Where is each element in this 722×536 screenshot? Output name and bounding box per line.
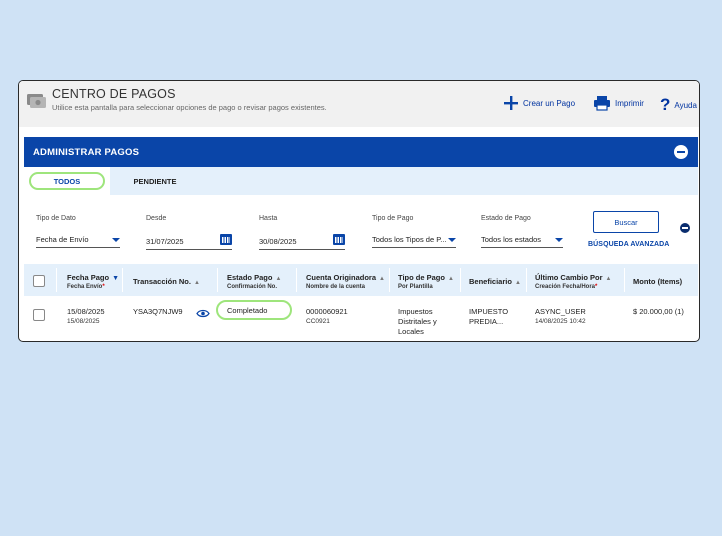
tab-todos[interactable]: TODOS	[24, 167, 110, 195]
col-ultimo-cambio[interactable]: Último Cambio Por ▲ Creación Fecha/Hora*	[535, 273, 611, 290]
col-fecha-pago[interactable]: Fecha Pago ▼ Fecha Envío*	[67, 273, 119, 290]
calendar-icon[interactable]	[220, 234, 232, 245]
tipo-dato-select[interactable]: Fecha de Envío	[36, 235, 120, 248]
select-all-checkbox[interactable]	[33, 275, 45, 287]
tipo-dato-label: Tipo de Dato	[36, 215, 76, 222]
tab-pendiente[interactable]: PENDIENTE	[110, 167, 200, 195]
hasta-label: Hasta	[259, 215, 278, 222]
chevron-down-icon	[112, 238, 120, 242]
advanced-search-link[interactable]: BÚSQUEDA AVANZADA	[588, 241, 669, 248]
col-cuenta[interactable]: Cuenta Originadora ▲ Nombre de la cuenta	[306, 273, 385, 290]
desde-label: Desde	[146, 215, 167, 222]
col-estado-pago[interactable]: Estado Pago ▲ Confirmación No.	[227, 273, 281, 290]
col-tipo-pago[interactable]: Tipo de Pago ▲ Por Plantilla	[398, 273, 454, 290]
create-payment-label: Crear un Pago	[523, 98, 576, 108]
hasta-input[interactable]: 30/08/2025	[259, 234, 345, 250]
estado-pago-select[interactable]: Todos los estados	[481, 235, 563, 248]
payments-window: CENTRO DE PAGOS Utilice esta pantalla pa…	[18, 80, 700, 342]
page-title: CENTRO DE PAGOS	[52, 87, 176, 101]
chevron-down-icon	[555, 238, 563, 242]
estado-pago-value: Todos los estados	[481, 235, 542, 244]
cell-tipo-pago: Impuestos Distritales y Locales	[398, 307, 437, 336]
cell-ultimo-cambio: ASYNC_USER 14/08/2025 10:42	[535, 307, 586, 325]
eye-icon[interactable]	[196, 309, 210, 318]
collapse-section-icon[interactable]	[674, 145, 688, 159]
tab-pendiente-label: PENDIENTE	[133, 176, 177, 186]
help-button[interactable]: ? Ayuda	[660, 95, 697, 115]
search-button[interactable]: Buscar	[593, 211, 659, 233]
status-badge: Completado	[216, 300, 292, 320]
tipo-pago-select[interactable]: Todos los Tipos de P...	[372, 235, 456, 248]
print-button[interactable]: Imprimir	[593, 95, 644, 111]
question-icon: ?	[660, 95, 671, 114]
desde-value: 31/07/2025	[146, 237, 184, 246]
collapse-filters-icon[interactable]	[680, 223, 690, 233]
hasta-value: 30/08/2025	[259, 237, 297, 246]
cell-fecha: 15/08/2025 15/08/2025	[67, 307, 105, 325]
plus-icon	[504, 96, 518, 110]
help-label: Ayuda	[674, 100, 697, 110]
section-header: ADMINISTRAR PAGOS	[24, 137, 698, 167]
estado-pago-label: Estado de Pago	[481, 215, 531, 222]
chevron-down-icon	[448, 238, 456, 242]
row-checkbox[interactable]	[33, 309, 45, 321]
cell-cuenta: 0000060921 CC0921	[306, 307, 348, 325]
desde-input[interactable]: 31/07/2025	[146, 234, 232, 250]
payment-center-icon	[27, 94, 46, 108]
top-bar: CENTRO DE PAGOS Utilice esta pantalla pa…	[19, 81, 699, 127]
tipo-pago-value: Todos los Tipos de P...	[372, 235, 447, 244]
section-title: ADMINISTRAR PAGOS	[33, 147, 140, 158]
cell-monto: $ 20.000,00 (1)	[633, 307, 684, 316]
tipo-pago-label: Tipo de Pago	[372, 215, 414, 222]
tab-bar: TODOS PENDIENTE	[24, 167, 698, 195]
calendar-icon[interactable]	[333, 234, 345, 245]
printer-icon	[594, 96, 610, 111]
tipo-dato-value: Fecha de Envío	[36, 235, 89, 244]
page-subtitle: Utilice esta pantalla para seleccionar o…	[52, 103, 327, 112]
cell-beneficiario: IMPUESTO PREDIA...	[469, 307, 509, 326]
create-payment-button[interactable]: Crear un Pago	[503, 95, 575, 111]
cell-transaccion[interactable]: YSA3Q7NJW9	[133, 307, 183, 317]
tab-todos-label: TODOS	[53, 176, 81, 186]
col-transaccion[interactable]: Transacción No. ▲	[133, 277, 200, 286]
print-label: Imprimir	[615, 98, 644, 108]
col-beneficiario[interactable]: Beneficiario ▲	[469, 277, 521, 286]
table-header: Fecha Pago ▼ Fecha Envío* Transacción No.…	[24, 264, 698, 296]
col-monto[interactable]: Monto (Items)	[633, 277, 682, 286]
